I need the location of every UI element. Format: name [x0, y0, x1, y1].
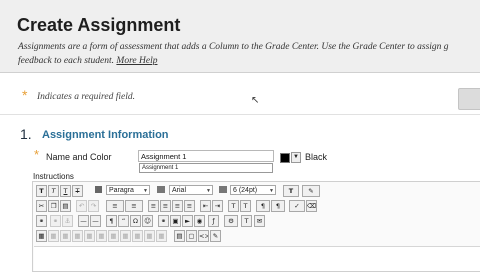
superscript-icon[interactable]: T	[228, 200, 239, 212]
chevron-down-icon: ▼	[206, 188, 211, 194]
required-star-icon: *	[34, 147, 40, 162]
outdent-icon[interactable]: ⇤	[200, 200, 211, 212]
unlink-icon[interactable]: ⚭	[50, 215, 61, 227]
delete-row-icon[interactable]: ▦	[96, 230, 107, 242]
description-line-1: Assignments are a form of assessment tha…	[18, 42, 449, 52]
undo-icon[interactable]: ↶	[76, 200, 87, 212]
comment-icon[interactable]: ✉	[254, 215, 265, 227]
page-description: Assignments are a form of assessment tha…	[18, 40, 480, 68]
description-line-2: feedback to each student. More Help	[18, 54, 480, 68]
quote-icon[interactable]: “	[118, 215, 129, 227]
editor-toolbar-row-2: ✂ ❐ ▤ ↶ ↷ ≡ ≡ ≡ ≡ ≡ ≡ ⇤ ⇥ T T ¶ ¶ ✓ ⌫	[34, 200, 480, 214]
split-cell-icon[interactable]: ▦	[144, 230, 155, 242]
insert-row-before-icon[interactable]: ▦	[72, 230, 83, 242]
horizontal-rule-icon[interactable]: —	[78, 215, 89, 227]
insert-col-after-icon[interactable]: ▦	[120, 230, 131, 242]
color-name: Black	[305, 152, 328, 162]
more-help-link[interactable]: More Help	[116, 56, 157, 66]
media-icon[interactable]: ►	[182, 215, 193, 227]
attach-icon[interactable]: ⚭	[158, 215, 169, 227]
font-size-select[interactable]: 6 (24pt) ▼	[230, 185, 276, 195]
emoticon-icon[interactable]: ☺	[142, 215, 153, 227]
paste-icon[interactable]: ▤	[60, 200, 71, 212]
align-right-icon[interactable]: ≡	[172, 200, 183, 212]
format-select[interactable]: Paragra ▼	[106, 185, 150, 195]
instructions-editor: T T T T Paragra ▼ Arial ▼ 6 (24pt) ▼ T ✎ ✂ …	[32, 181, 480, 272]
link-icon[interactable]: ⚭	[36, 215, 47, 227]
redo-icon[interactable]: ↷	[88, 200, 99, 212]
required-field-note: * Indicates a required field.	[0, 80, 480, 115]
bold-button[interactable]: T	[36, 185, 47, 197]
font-family-select[interactable]: Arial ▼	[169, 185, 213, 195]
html-source-icon[interactable]: <>	[198, 230, 209, 242]
delete-col-icon[interactable]: ▦	[132, 230, 143, 242]
font-icon	[157, 186, 165, 193]
copy-icon[interactable]: ❐	[48, 200, 59, 212]
italic-button[interactable]: T	[48, 185, 59, 197]
anchor-icon[interactable]: ⚓	[62, 215, 73, 227]
name-and-color-label: Name and Color	[46, 152, 112, 162]
required-note-text: Indicates a required field.	[37, 92, 135, 102]
autocomplete-suggestion[interactable]: Assignment 1	[139, 163, 273, 173]
align-center-icon[interactable]: ≡	[160, 200, 171, 212]
underline-button[interactable]: T	[60, 185, 71, 197]
table-icon[interactable]: ▦	[36, 230, 47, 242]
page-header: Create Assignment Assignments are a form…	[0, 0, 480, 73]
table-cell-icon[interactable]: ▦	[60, 230, 71, 242]
horizontal-line-icon[interactable]: —	[90, 215, 101, 227]
editor-toolbar-row-4: ▦ ▦ ▦ ▦ ▦ ▦ ▦ ▦ ▦ ▦ ▦ ▤ ▢ <> ✎	[34, 230, 480, 244]
bullet-list-icon[interactable]: ≡	[106, 200, 124, 212]
subscript-icon[interactable]: T	[240, 200, 251, 212]
ltr-icon[interactable]: ¶	[256, 200, 270, 212]
chevron-down-icon: ▼	[143, 188, 148, 194]
text-color-button[interactable]: T	[283, 185, 299, 197]
mouse-cursor-icon: ↖	[251, 95, 260, 106]
equation-icon[interactable]: ƒ	[208, 215, 219, 227]
numbered-list-icon[interactable]: ≡	[125, 200, 143, 212]
editor-toolbar-row-1: T T T T Paragra ▼ Arial ▼ 6 (24pt) ▼ T ✎	[34, 185, 480, 199]
font-size-icon	[219, 186, 227, 193]
highlight-color-button[interactable]: ✎	[302, 185, 320, 197]
font-family-value: Arial	[172, 187, 187, 194]
preview-icon[interactable]: ▤	[174, 230, 185, 242]
submit-button[interactable]	[458, 88, 480, 110]
chevron-down-icon: ▼	[269, 188, 274, 194]
css-icon[interactable]: ✎	[210, 230, 221, 242]
font-size-value: 6 (24pt)	[233, 187, 258, 194]
instructions-text-area[interactable]	[34, 246, 480, 271]
section-title: Assignment Information	[42, 129, 169, 141]
mashup-icon[interactable]: ◉	[194, 215, 205, 227]
paragraph-icon	[95, 186, 102, 193]
align-justify-icon[interactable]: ≡	[184, 200, 195, 212]
instructions-label: Instructions	[33, 172, 74, 181]
table-row-icon[interactable]: ▦	[48, 230, 59, 242]
color-picker-arrow-icon[interactable]: ▼	[291, 152, 301, 163]
format-select-value: Paragra	[109, 187, 134, 194]
insert-row-after-icon[interactable]: ▦	[84, 230, 95, 242]
indent-icon[interactable]: ⇥	[212, 200, 223, 212]
cut-icon[interactable]: ✂	[36, 200, 47, 212]
text-format-icon[interactable]: T	[241, 215, 252, 227]
image-icon[interactable]: ▣	[170, 215, 181, 227]
pilcrow-icon[interactable]: ¶	[106, 215, 117, 227]
required-star-icon: *	[22, 87, 28, 103]
fullscreen-icon[interactable]: ▢	[186, 230, 197, 242]
omega-icon[interactable]: Ω	[130, 215, 141, 227]
eraser-icon[interactable]: ⌫	[306, 200, 317, 212]
page-title: Create Assignment	[17, 15, 181, 35]
spellcheck-icon[interactable]: ✓	[289, 200, 305, 212]
assignment-name-input[interactable]: Assignment 1	[138, 150, 274, 162]
section-number: 1.	[20, 126, 32, 142]
editor-toolbar-row-3: ⚭ ⚭ ⚓ — — ¶ “ Ω ☺ ⚭ ▣ ► ◉ ƒ ⚙ T ✉	[34, 215, 480, 229]
insert-col-before-icon[interactable]: ▦	[108, 230, 119, 242]
plugin-icon[interactable]: ⚙	[224, 215, 238, 227]
rtl-icon[interactable]: ¶	[271, 200, 285, 212]
description-line-2-text: feedback to each student.	[18, 56, 115, 66]
color-swatch[interactable]	[280, 153, 290, 163]
strikethrough-button[interactable]: T	[72, 185, 83, 197]
align-left-icon[interactable]: ≡	[148, 200, 159, 212]
merge-cells-icon[interactable]: ▦	[156, 230, 167, 242]
